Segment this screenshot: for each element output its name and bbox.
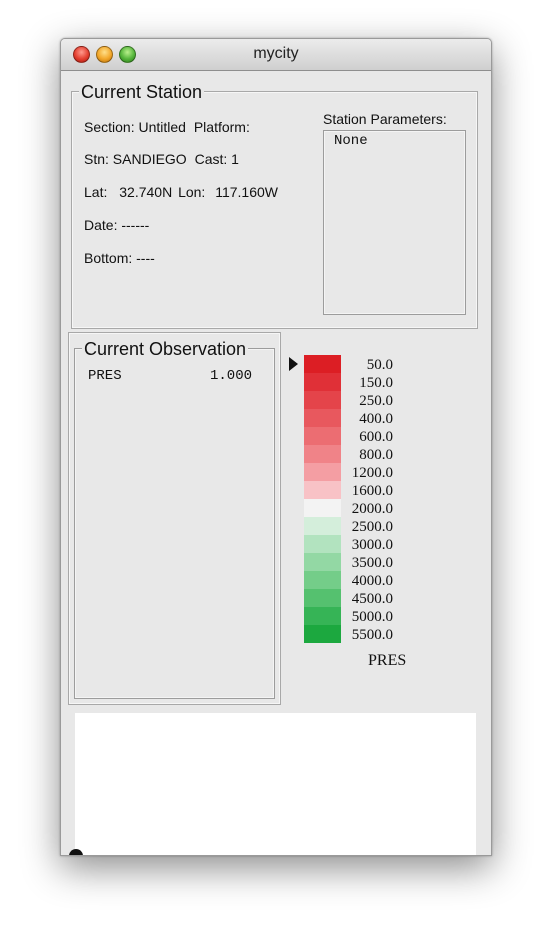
station-parameter-item[interactable]: None <box>334 133 368 149</box>
cursor-dot <box>69 849 83 855</box>
station-row: Stn: SANDIEGO Cast: 1 <box>84 151 239 167</box>
current-observation-legend: Current Observation <box>82 339 249 359</box>
date-value: ------ <box>121 217 150 233</box>
scale-tick-label: 150.0 <box>359 375 393 391</box>
platform-label: Platform: <box>193 119 250 135</box>
color-swatch[interactable] <box>304 463 341 481</box>
color-swatch[interactable] <box>304 409 341 427</box>
lon-value: 117.160W <box>215 184 278 200</box>
color-scale[interactable]: 50.0 150.0 250.0 400.0 600.0 800.0 1200.0 1600.… <box>283 345 473 665</box>
section-label: Section: <box>84 119 135 135</box>
date-row: Date: ------ <box>84 217 149 233</box>
lon-label: Lon: <box>178 184 206 200</box>
color-swatch[interactable] <box>304 535 341 553</box>
observation-list[interactable] <box>74 348 275 699</box>
color-swatch[interactable] <box>304 625 341 643</box>
bottom-label: Bottom: <box>84 250 133 266</box>
scale-tick-label: 3000.0 <box>352 537 393 553</box>
stn-label: Stn: <box>84 151 109 167</box>
lat-value: 32.740N <box>119 184 173 200</box>
color-swatch[interactable] <box>304 373 341 391</box>
color-swatch[interactable] <box>304 427 341 445</box>
stn-value: SANDIEGO <box>112 151 187 167</box>
scale-tick-label: 250.0 <box>359 393 393 409</box>
color-swatch[interactable] <box>304 391 341 409</box>
bottom-row: Bottom: ---- <box>84 250 155 266</box>
title-bar[interactable]: mycity <box>61 39 491 71</box>
color-swatch[interactable] <box>304 589 341 607</box>
bottom-value: ---- <box>136 250 155 266</box>
scale-tick-label: 1200.0 <box>352 465 393 481</box>
color-swatch[interactable] <box>304 517 341 535</box>
scale-tick-label: 2000.0 <box>352 501 393 517</box>
scale-variable-label: PRES <box>368 652 406 665</box>
scale-tick-label: 3500.0 <box>352 555 393 571</box>
scale-tick-label: 4000.0 <box>352 573 393 589</box>
color-swatch[interactable] <box>304 607 341 625</box>
scale-tick-label: 5500.0 <box>352 627 393 643</box>
date-label: Date: <box>84 217 118 233</box>
color-swatch[interactable] <box>304 553 341 571</box>
cast-label: Cast: <box>194 151 228 167</box>
station-parameters-list[interactable]: None <box>323 130 466 315</box>
scale-tick-label: 1600.0 <box>352 483 393 499</box>
color-swatch[interactable] <box>304 481 341 499</box>
section-row: Section: Untitled Platform: <box>84 119 250 135</box>
current-station-legend: Current Station <box>79 82 205 102</box>
lat-label: Lat: <box>84 184 108 200</box>
color-swatch[interactable] <box>304 571 341 589</box>
station-parameters-label: Station Parameters: <box>323 111 447 127</box>
scale-tick-label: 5000.0 <box>352 609 393 625</box>
scale-tick-label: 2500.0 <box>352 519 393 535</box>
plot-area[interactable] <box>75 713 476 855</box>
position-row: Lat: 32.740N Lon: 117.160W <box>84 184 278 200</box>
color-swatch[interactable] <box>304 355 341 373</box>
app-window: mycity Current Station Section: Untitled… <box>60 38 492 856</box>
scale-tick-label: 50.0 <box>367 357 393 373</box>
observation-name: PRES <box>88 368 122 384</box>
selected-level-arrow-icon <box>289 357 298 371</box>
observation-value: 1.000 <box>210 368 253 384</box>
cast-value: 1 <box>231 151 239 167</box>
scale-tick-label: 400.0 <box>359 411 393 427</box>
scale-tick-label: 4500.0 <box>352 591 393 607</box>
scale-tick-label: 800.0 <box>359 447 393 463</box>
color-swatch[interactable] <box>304 499 341 517</box>
window-title: mycity <box>253 45 299 62</box>
scale-tick-label: 600.0 <box>359 429 393 445</box>
section-value: Untitled <box>138 119 186 135</box>
color-swatch[interactable] <box>304 445 341 463</box>
